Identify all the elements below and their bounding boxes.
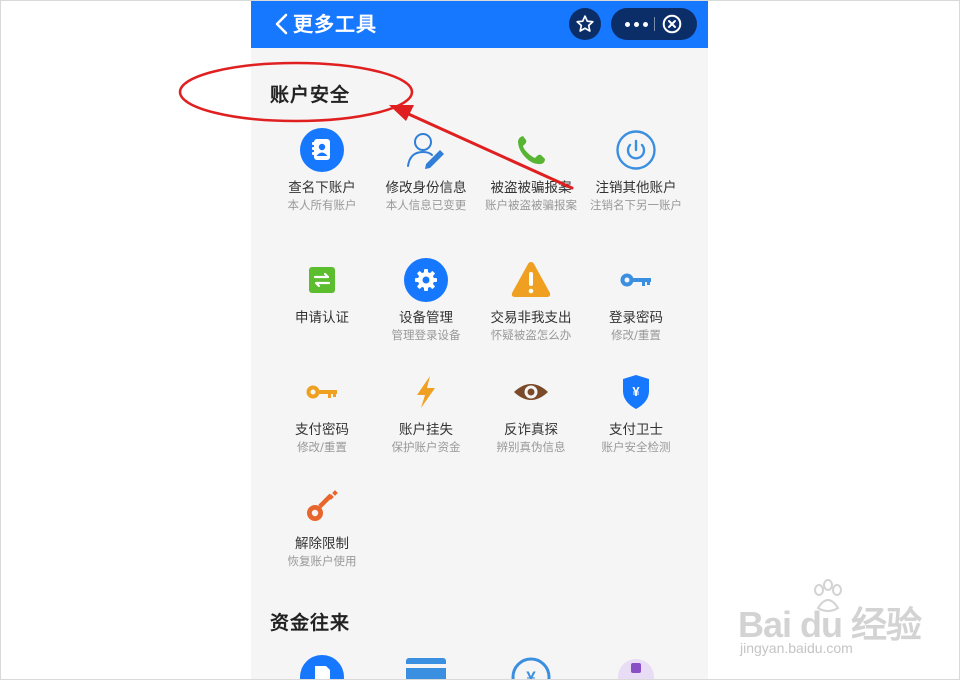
star-icon xyxy=(576,15,594,32)
eye-icon xyxy=(509,370,553,414)
tool-sublabel: 修改/重置 xyxy=(297,440,347,454)
tool-label: 登录密码 xyxy=(609,310,663,326)
tool-report-loss[interactable]: 账户挂失 保护账户资金 xyxy=(374,370,478,456)
tool-payment-password[interactable]: 支付密码 修改/重置 xyxy=(270,370,374,456)
key-icon xyxy=(300,370,344,414)
warning-icon xyxy=(509,258,553,302)
section-title-funds-transfer: 资金往来 xyxy=(270,612,351,634)
contact-book-icon xyxy=(300,128,344,172)
tool-sublabel: 账户安全检测 xyxy=(601,440,671,454)
power-icon xyxy=(614,128,658,172)
card-icon xyxy=(404,655,448,680)
user-edit-icon xyxy=(404,128,448,172)
tool-label: 支付卫士 xyxy=(609,422,663,438)
tool-label: 注销其他账户 xyxy=(595,180,677,196)
refund-icon xyxy=(614,655,658,680)
document-icon xyxy=(300,655,344,680)
tool-funds-4[interactable] xyxy=(584,655,688,680)
tool-login-password[interactable]: 登录密码 修改/重置 xyxy=(584,258,688,344)
favorite-button[interactable] xyxy=(569,8,601,40)
shield-yen-icon: ¥ xyxy=(614,370,658,414)
tool-sublabel: 怀疑被盗怎么办 xyxy=(490,328,572,342)
tool-sublabel: 辨别真伪信息 xyxy=(496,440,566,454)
tool-sublabel: 注销名下另一账户 xyxy=(590,198,682,212)
tool-query-accounts[interactable]: 查名下账户 本人所有账户 xyxy=(270,128,374,214)
tool-edit-identity[interactable]: 修改身份信息 本人信息已变更 xyxy=(374,128,478,214)
section-title-account-security: 账户安全 xyxy=(270,84,351,106)
svg-text:¥: ¥ xyxy=(526,668,536,680)
tool-unauthorized-transaction[interactable]: 交易非我支出 怀疑被盗怎么办 xyxy=(479,258,583,344)
tool-report-fraud[interactable]: 被盗被骗报案 账户被盗被骗报案 xyxy=(479,128,583,214)
gear-icon xyxy=(404,258,448,302)
tool-anti-fraud[interactable]: 反诈真探 辨别真伪信息 xyxy=(479,370,583,456)
chevron-left-icon[interactable] xyxy=(273,13,293,35)
tool-remove-restriction[interactable]: 解除限制 恢复账户使用 xyxy=(270,484,374,570)
more-dots-icon[interactable] xyxy=(621,8,651,40)
watermark-url: jingyan.baidu.com xyxy=(740,640,853,656)
tool-label: 被盗被骗报案 xyxy=(490,180,572,196)
refresh-icon xyxy=(300,258,344,302)
tool-funds-3[interactable]: ¥ xyxy=(479,655,583,680)
tool-label: 申请认证 xyxy=(295,310,349,326)
tool-label: 支付密码 xyxy=(295,422,349,438)
key-icon xyxy=(614,258,658,302)
tool-label: 反诈真探 xyxy=(504,422,558,438)
tool-device-management[interactable]: 设备管理 管理登录设备 xyxy=(374,258,478,344)
tool-label: 设备管理 xyxy=(399,310,453,326)
tool-label: 修改身份信息 xyxy=(385,180,467,196)
tool-sublabel: 账户被盗被骗报案 xyxy=(485,198,577,212)
tool-sublabel: 管理登录设备 xyxy=(391,328,461,342)
screenshot-stage: 更多工具 账户安全 查名下账户 本人所有账户 修改身份信息 本人信息已变更 被盗… xyxy=(0,0,960,680)
watermark-text: Bai du 经验 xyxy=(738,604,922,645)
tool-sublabel: 修改/重置 xyxy=(611,328,661,342)
tool-label: 解除限制 xyxy=(295,536,349,552)
tool-label: 交易非我支出 xyxy=(490,310,572,326)
capsule-menu xyxy=(611,8,697,40)
tool-payment-guard[interactable]: ¥ 支付卫士 账户安全检测 xyxy=(584,370,688,456)
title-bar: 更多工具 xyxy=(251,0,708,48)
page-title: 更多工具 xyxy=(293,12,377,36)
tool-sublabel: 本人所有账户 xyxy=(287,198,357,212)
phone-screen: 更多工具 账户安全 查名下账户 本人所有账户 修改身份信息 本人信息已变更 被盗… xyxy=(251,0,708,680)
lightning-icon xyxy=(404,370,448,414)
key-icon xyxy=(300,484,344,528)
tool-funds-2[interactable] xyxy=(374,655,478,680)
tool-label: 账户挂失 xyxy=(399,422,453,438)
tool-sublabel: 恢复账户使用 xyxy=(287,554,357,568)
tool-label: 查名下账户 xyxy=(288,180,356,196)
svg-text:¥: ¥ xyxy=(632,384,640,399)
close-circle-icon[interactable] xyxy=(662,14,682,34)
tool-apply-certification[interactable]: 申请认证 xyxy=(270,258,374,327)
paw-logo-icon xyxy=(814,579,842,612)
phone-icon xyxy=(509,128,553,172)
yen-circle-icon: ¥ xyxy=(509,655,553,680)
tool-close-other-account[interactable]: 注销其他账户 注销名下另一账户 xyxy=(584,128,688,214)
tool-sublabel: 保护账户资金 xyxy=(391,440,461,454)
tool-funds-1[interactable] xyxy=(270,655,374,680)
baidu-watermark: Bai du 经验 jingyan.baidu.com xyxy=(736,578,926,668)
capsule-divider xyxy=(654,17,655,31)
tool-sublabel: 本人信息已变更 xyxy=(385,198,467,212)
